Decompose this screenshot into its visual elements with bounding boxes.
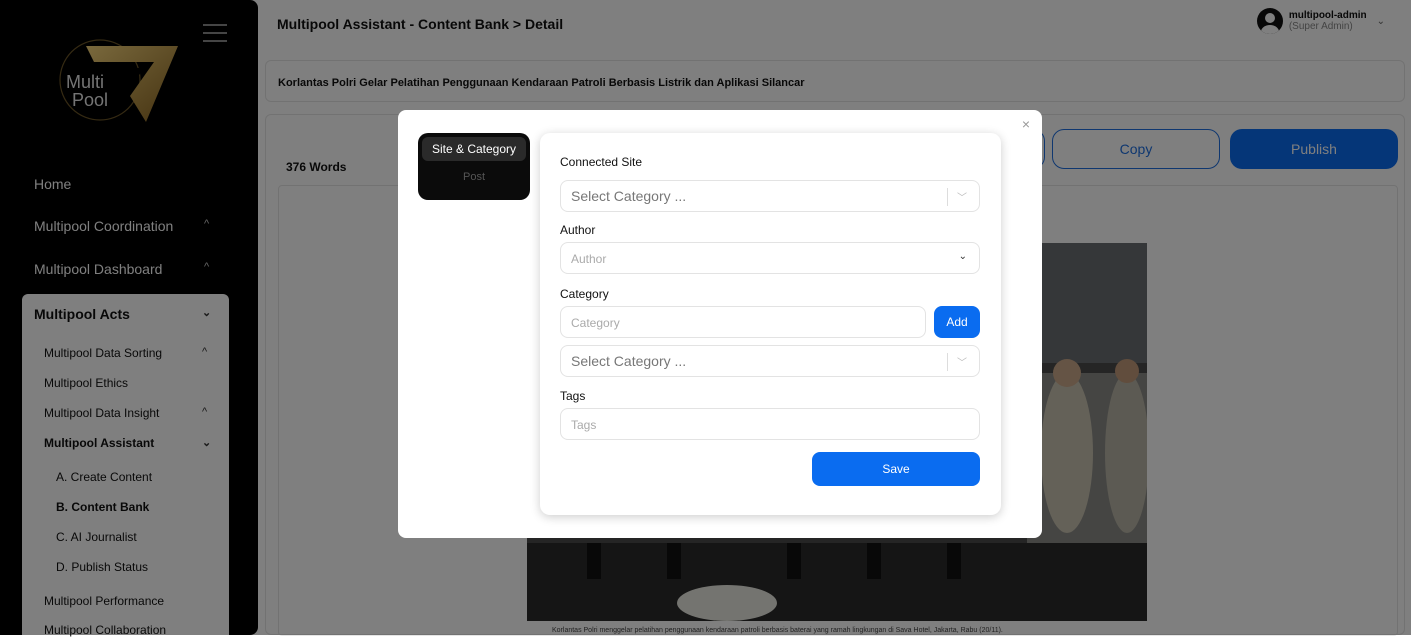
modal-tabs: Site & Category Post — [418, 133, 530, 200]
save-button[interactable]: Save — [812, 452, 980, 486]
category-input[interactable]: Category — [560, 306, 926, 338]
connected-site-label: Connected Site — [560, 155, 643, 169]
close-icon[interactable]: × — [1022, 116, 1030, 132]
connected-site-placeholder: Select Category ... — [571, 188, 687, 204]
chevron-down-icon: ﹀ — [957, 193, 967, 204]
tags-label: Tags — [560, 389, 586, 403]
site-category-form: Connected Site Select Category ... ﹀ Aut… — [540, 133, 1001, 515]
author-placeholder: Author — [571, 252, 607, 266]
select-separator — [947, 353, 948, 371]
category-placeholder: Category — [571, 316, 620, 330]
tags-placeholder: Tags — [571, 418, 597, 432]
add-category-button[interactable]: Add — [934, 306, 980, 338]
author-label: Author — [560, 223, 596, 237]
category-select[interactable]: Select Category ... ﹀ — [560, 345, 980, 377]
publish-settings-modal: × Site & Category Post Connected Site Se… — [398, 110, 1042, 538]
chevron-down-icon: ﹀ — [957, 358, 967, 369]
author-select[interactable]: Author ⌄ — [560, 242, 980, 274]
category-label: Category — [560, 287, 609, 301]
tags-input[interactable]: Tags — [560, 408, 980, 440]
tab-post[interactable]: Post — [422, 171, 526, 183]
connected-site-select[interactable]: Select Category ... ﹀ — [560, 180, 980, 212]
category-select-placeholder: Select Category ... — [571, 353, 687, 369]
tab-site-category[interactable]: Site & Category — [422, 137, 526, 161]
select-separator — [947, 188, 948, 206]
chevron-down-icon: ⌄ — [958, 251, 967, 262]
